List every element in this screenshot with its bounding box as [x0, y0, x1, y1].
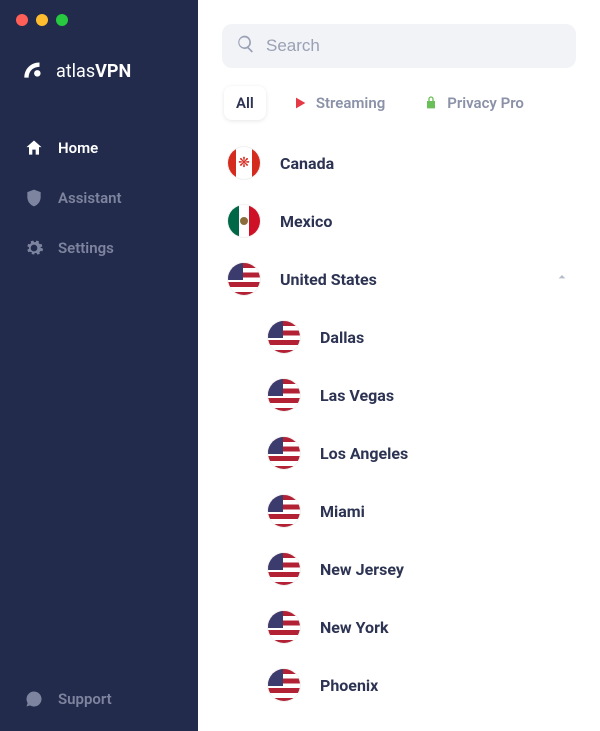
nav-support-label: Support: [58, 690, 112, 708]
tabs: All Streaming Privacy Pro: [222, 86, 576, 120]
home-icon: [24, 138, 44, 158]
sidebar: atlasVPN Home Assistant Settings: [0, 0, 198, 731]
city-label: Los Angeles: [320, 444, 570, 463]
nav-support[interactable]: Support: [10, 677, 188, 721]
minimize-window-button[interactable]: [36, 14, 48, 26]
flag-icon: [268, 669, 300, 701]
nav-assistant-label: Assistant: [58, 189, 122, 207]
city-label: Phoenix: [320, 676, 570, 695]
flag-icon: [268, 379, 300, 411]
main: All Streaming Privacy Pro ❋ Canada Mexico U…: [198, 0, 600, 731]
search-box[interactable]: [222, 24, 576, 68]
chevron-up-icon: [554, 269, 570, 289]
country-row[interactable]: United States: [222, 250, 576, 308]
flag-icon: [228, 263, 260, 295]
nav-home[interactable]: Home: [10, 126, 188, 170]
country-label: Mexico: [280, 212, 570, 231]
flag-icon: [268, 437, 300, 469]
city-row[interactable]: Los Angeles: [222, 424, 576, 482]
brand: atlasVPN: [0, 36, 198, 126]
nav-home-label: Home: [58, 139, 98, 157]
city-row[interactable]: Miami: [222, 482, 576, 540]
flag-icon: [268, 611, 300, 643]
tab-streaming[interactable]: Streaming: [280, 86, 397, 120]
city-row[interactable]: Las Vegas: [222, 366, 576, 424]
flag-icon: [228, 205, 260, 237]
brand-icon: [20, 56, 46, 86]
city-label: Las Vegas: [320, 386, 570, 405]
shield-icon: [24, 188, 44, 208]
flag-icon: [268, 495, 300, 527]
city-row[interactable]: New York: [222, 598, 576, 656]
flag-icon: [268, 321, 300, 353]
country-label: Canada: [280, 154, 570, 173]
city-row[interactable]: Phoenix: [222, 656, 576, 714]
play-icon: [292, 95, 308, 111]
lock-icon: [423, 95, 439, 111]
tab-privacy-pro-label: Privacy Pro: [447, 94, 524, 112]
brand-name: atlasVPN: [56, 61, 131, 82]
tab-privacy-pro[interactable]: Privacy Pro: [411, 86, 536, 120]
city-row[interactable]: New Jersey: [222, 540, 576, 598]
flag-icon: [268, 553, 300, 585]
tab-all-label: All: [236, 94, 254, 112]
nav: Home Assistant Settings: [0, 126, 198, 667]
window-controls: [0, 0, 198, 36]
gear-icon: [24, 238, 44, 258]
city-label: Miami: [320, 502, 570, 521]
flag-icon: ❋: [228, 147, 260, 179]
city-label: Dallas: [320, 328, 570, 347]
country-row[interactable]: ❋ Canada: [222, 134, 576, 192]
tab-all[interactable]: All: [224, 86, 266, 120]
nav-assistant[interactable]: Assistant: [10, 176, 188, 220]
server-list: ❋ Canada Mexico United States Dallas Las Vega…: [222, 134, 576, 731]
country-label: United States: [280, 270, 554, 289]
nav-settings[interactable]: Settings: [10, 226, 188, 270]
city-label: New York: [320, 618, 570, 637]
close-window-button[interactable]: [16, 14, 28, 26]
tab-streaming-label: Streaming: [316, 94, 385, 112]
nav-settings-label: Settings: [58, 239, 114, 257]
search-icon: [236, 34, 256, 58]
city-label: New Jersey: [320, 560, 570, 579]
country-row[interactable]: Mexico: [222, 192, 576, 250]
city-row[interactable]: Dallas: [222, 308, 576, 366]
maximize-window-button[interactable]: [56, 14, 68, 26]
search-input[interactable]: [266, 36, 562, 56]
bottom-nav: Support: [0, 667, 198, 731]
chat-icon: [24, 689, 44, 709]
